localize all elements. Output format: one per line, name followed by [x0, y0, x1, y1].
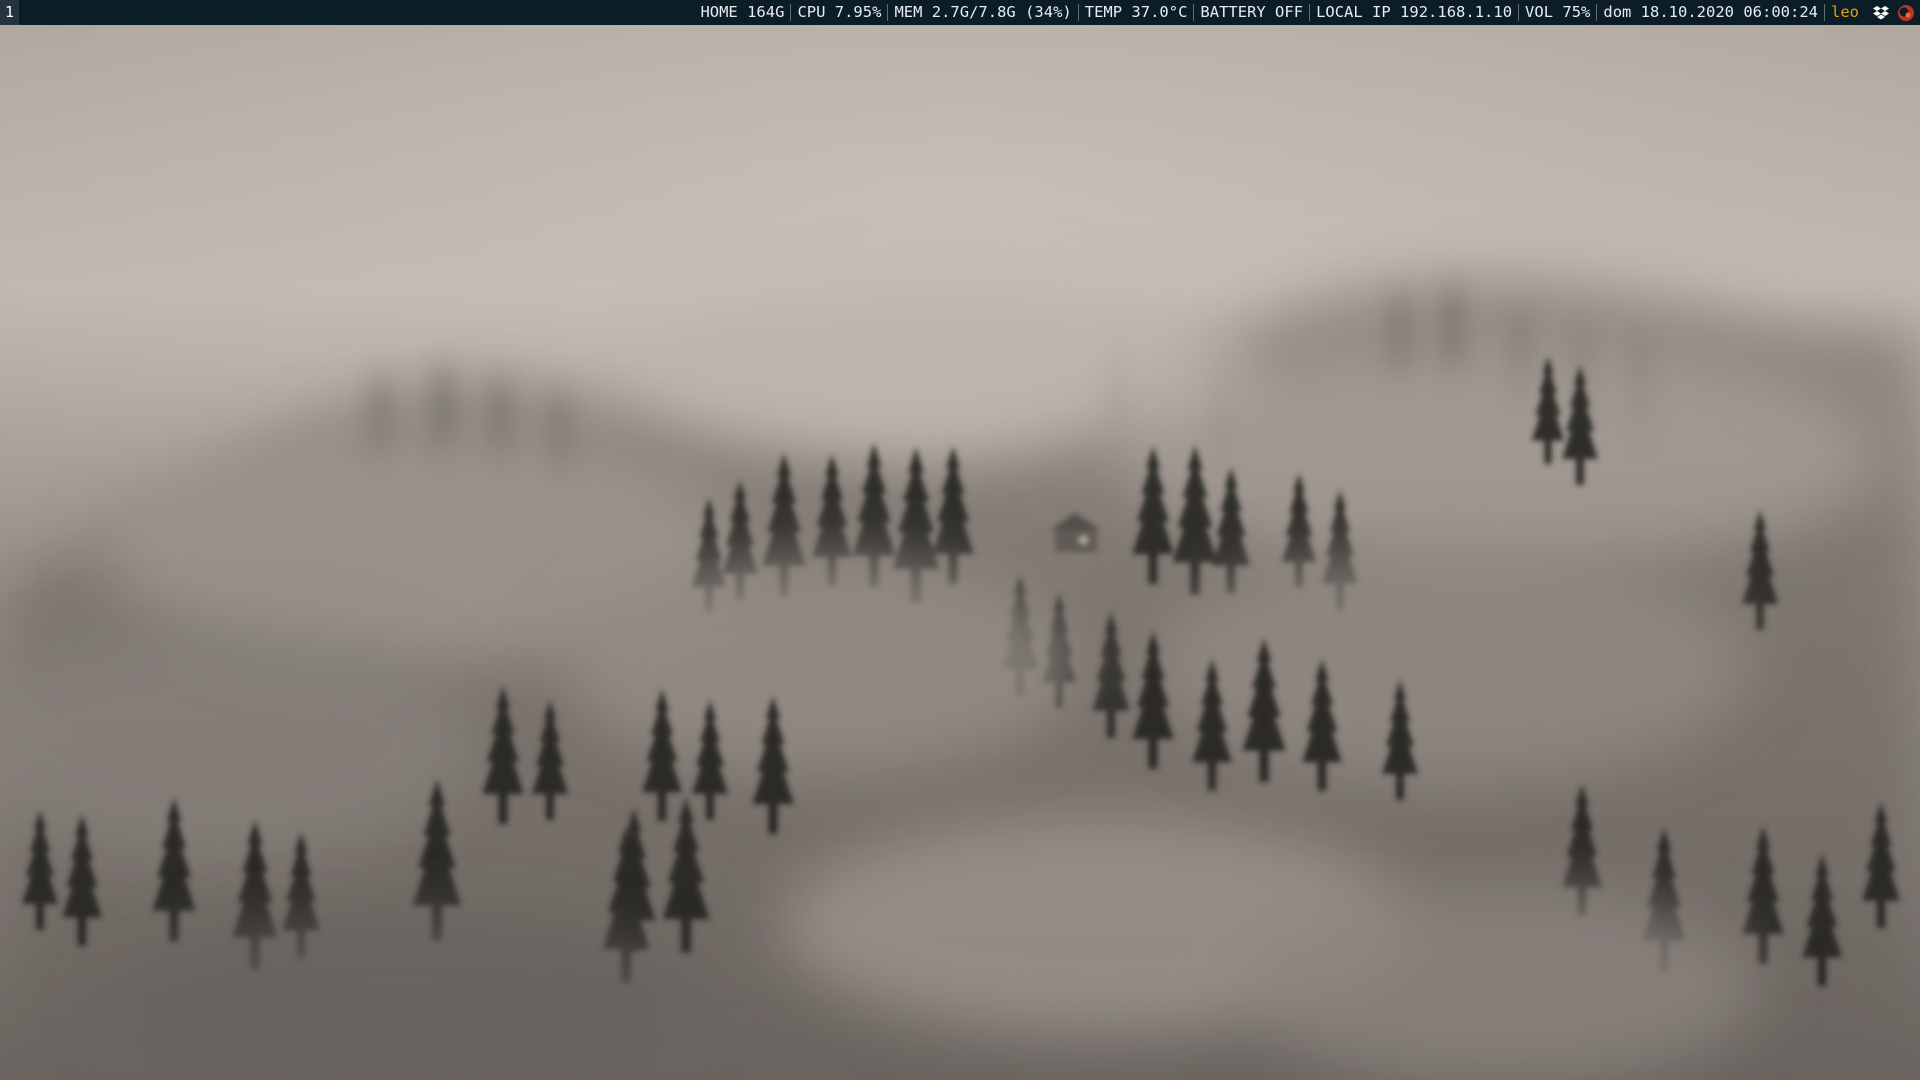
temperature-status[interactable]: TEMP 37.0°C	[1079, 0, 1194, 25]
cpu-status[interactable]: CPU 7.95%	[791, 0, 887, 25]
memory-status[interactable]: MEM 2.7G/7.8G (34%)	[888, 0, 1077, 25]
local-ip-status[interactable]: LOCAL IP 192.168.1.10	[1310, 0, 1518, 25]
home-disk-status[interactable]: HOME 164G	[694, 0, 790, 25]
volume-status[interactable]: VOL 75%	[1519, 0, 1596, 25]
datetime-status[interactable]: dom 18.10.2020 06:00:24	[1597, 0, 1824, 25]
status-blocks: HOME 164G CPU 7.95% MEM 2.7G/7.8G (34%) …	[694, 0, 1920, 25]
wallpaper-foggy-forest	[0, 25, 1920, 1080]
dropbox-icon[interactable]	[1871, 3, 1891, 23]
workspace-button-1[interactable]: 1	[0, 0, 19, 25]
status-bar: 1 HOME 164G CPU 7.95% MEM 2.7G/7.8G (34%…	[0, 0, 1920, 25]
desktop: 1 HOME 164G CPU 7.95% MEM 2.7G/7.8G (34%…	[0, 0, 1920, 1080]
battery-status[interactable]: BATTERY OFF	[1194, 0, 1309, 25]
system-tray	[1865, 3, 1920, 23]
user-status[interactable]: leo	[1825, 0, 1865, 25]
redshift-icon[interactable]	[1896, 3, 1916, 23]
